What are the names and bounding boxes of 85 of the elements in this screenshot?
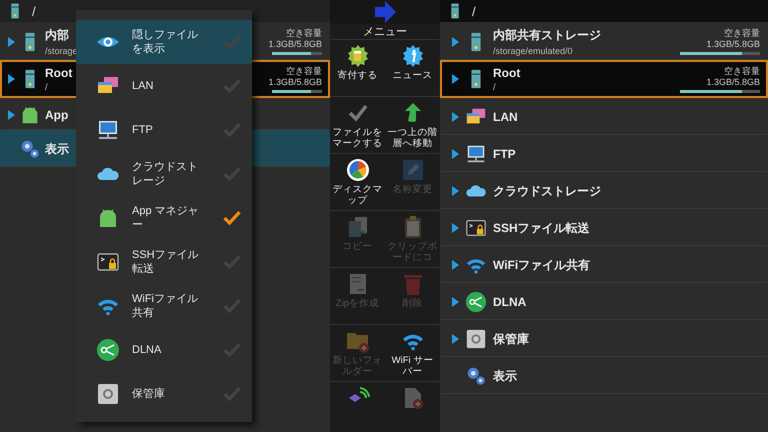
menu-item[interactable]: App マネジャー <box>76 196 252 240</box>
toolbar-button[interactable]: ファイルをマークする <box>330 97 385 154</box>
capacity-text: 1.3GB/5.8GB <box>706 76 760 88</box>
expand-arrow-icon[interactable] <box>8 36 15 46</box>
drive-list-row[interactable]: WiFiファイル共有 <box>440 246 768 283</box>
expand-arrow-icon[interactable] <box>452 36 459 46</box>
menu-item[interactable]: クラウドストレージ <box>76 152 252 196</box>
expand-arrow-icon[interactable] <box>452 186 459 196</box>
drive-path: /storage <box>45 46 78 56</box>
drive-list-row[interactable]: クラウドストレージ <box>440 172 768 209</box>
pie-chart-icon <box>346 158 370 182</box>
menu-item-label: 隠しファイルを表示 <box>132 28 199 56</box>
capacity-text: 1.3GB/5.8GB <box>706 39 760 50</box>
list-item-label: App <box>45 108 68 122</box>
capacity-text: 1.3GB/5.8GB <box>268 76 322 88</box>
share-circle-icon <box>96 338 120 362</box>
menu-item-label: クラウドストレージ <box>132 160 199 188</box>
expand-arrow-icon[interactable] <box>8 74 15 84</box>
expand-arrow-icon[interactable] <box>452 223 459 233</box>
list-item-label: 保管庫 <box>493 330 529 348</box>
drive-list-row[interactable]: 表示 <box>440 357 768 394</box>
capacity-text: 1.3GB/5.8GB <box>268 39 322 50</box>
info-icon <box>400 44 424 68</box>
list-item-label: 表示 <box>493 368 517 384</box>
menu-item-label: WiFiファイル共有 <box>132 292 199 320</box>
path-text: / <box>32 4 36 18</box>
toolbar-button[interactable]: ディスクマップ <box>330 154 385 211</box>
toolbar-button[interactable]: 寄付する <box>330 40 385 97</box>
free-space-label: 空き容量 <box>724 66 760 76</box>
drive-list-row[interactable]: Root / 空き容量 1.3GB/5.8GB <box>440 60 768 98</box>
pencil-icon <box>400 158 424 182</box>
path-text: / <box>472 4 476 18</box>
list-item-label: SSHファイル転送 <box>493 220 590 236</box>
share-circle-icon <box>465 291 487 313</box>
menu-item[interactable]: SSHファイル転送 <box>76 240 252 284</box>
menu-item[interactable]: DLNA <box>76 328 252 372</box>
terminal-lock-icon <box>465 217 487 239</box>
menu-item-label: DLNA <box>132 343 162 357</box>
free-space-label: 空き容量 <box>724 28 760 39</box>
expand-arrow-icon[interactable] <box>8 110 15 120</box>
checkmark-icon[interactable] <box>222 209 242 227</box>
drive-path: /storage/emulated/0 <box>493 46 574 56</box>
drive-name: Root <box>45 66 72 80</box>
list-item-label: LAN <box>493 110 518 124</box>
drive-list-row[interactable]: SSHファイル転送 <box>440 209 768 246</box>
drive-name: Root <box>493 66 520 80</box>
expand-arrow-icon[interactable] <box>452 297 459 307</box>
list-item-label: FTP <box>493 147 516 161</box>
drive-list-row[interactable]: 保管庫 <box>440 320 768 357</box>
gears-icon <box>465 365 487 387</box>
expand-arrow-icon[interactable] <box>452 334 459 344</box>
safe-icon <box>96 382 120 406</box>
list-item-label: DLNA <box>493 295 526 309</box>
drive-list-row[interactable]: DLNA <box>440 283 768 320</box>
menu-item-label: App マネジャー <box>132 204 200 232</box>
expand-arrow-icon[interactable] <box>452 112 459 122</box>
free-space-label: 空き容量 <box>286 28 322 39</box>
list-item-label: 表示 <box>45 140 69 158</box>
drive-name: 内部 <box>45 27 70 44</box>
beer-mug-icon <box>346 44 370 68</box>
monitor-icon <box>96 118 120 142</box>
expand-arrow-icon[interactable] <box>452 260 459 270</box>
gears-icon <box>19 138 41 160</box>
menu-item-label: LAN <box>132 79 154 93</box>
drive-list-row[interactable]: FTP <box>440 135 768 172</box>
menu-item[interactable]: WiFiファイル共有 <box>76 284 252 328</box>
menu-item[interactable]: LAN <box>76 64 252 108</box>
menu-item-label: FTP <box>132 123 154 137</box>
checkmark-icon[interactable] <box>222 33 242 51</box>
menu-item[interactable]: 隠しファイルを表示 <box>76 20 252 64</box>
drive-list-row[interactable]: LAN <box>440 98 768 135</box>
drive-path: / <box>45 82 49 92</box>
expand-arrow-icon[interactable] <box>452 74 459 84</box>
menu-item-label: SSHファイル転送 <box>132 248 200 276</box>
drive-name: 内部共有ストレージ <box>493 27 601 44</box>
list-item-label: クラウドストレージ <box>493 182 601 200</box>
free-space-label: 空き容量 <box>286 66 322 76</box>
monitor-icon <box>465 143 487 165</box>
drive-path: / <box>493 82 497 92</box>
expand-arrow-icon[interactable] <box>452 149 459 159</box>
menu-item[interactable]: FTP <box>76 108 252 152</box>
menu-item[interactable]: 保管庫 <box>76 372 252 416</box>
list-item-label: WiFiファイル共有 <box>493 256 590 274</box>
menu-item-label: 保管庫 <box>132 387 166 401</box>
safe-icon <box>465 328 487 350</box>
